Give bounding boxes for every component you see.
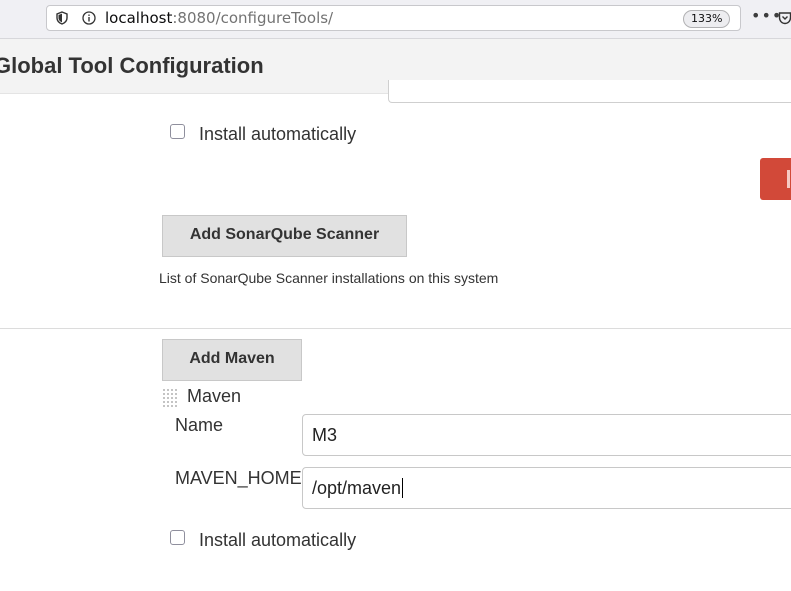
delete-installer-button[interactable] — [760, 158, 791, 200]
maven-home-input[interactable]: /opt/maven — [302, 467, 791, 509]
url-host: localhost — [105, 9, 173, 27]
maven-installation-header: Maven — [187, 386, 242, 406]
page-title: Global Tool Configuration — [0, 53, 264, 78]
address-bar[interactable]: localhost:8080/configureTools/ 133% — [46, 5, 741, 31]
sonarqube-install-automatically-label: Install automatically — [199, 124, 357, 144]
maven-install-automatically-checkbox[interactable] — [170, 530, 185, 545]
maven-name-label: Name — [175, 415, 224, 435]
text-cursor — [402, 478, 404, 498]
info-icon[interactable] — [82, 11, 96, 25]
pocket-icon[interactable] — [778, 11, 791, 25]
add-sonarqube-scanner-button[interactable]: Add SonarQube Scanner — [162, 215, 407, 257]
maven-name-input[interactable]: M3 — [302, 414, 791, 456]
section-divider — [0, 328, 791, 329]
sonarqube-help-text: List of SonarQube Scanner installations … — [159, 270, 499, 286]
maven-install-automatically-label: Install automatically — [199, 530, 357, 550]
drag-handle-icon[interactable] — [162, 388, 178, 410]
zoom-level-badge[interactable]: 133% — [683, 10, 731, 28]
previous-text-field[interactable] — [388, 80, 791, 103]
url-text[interactable]: localhost:8080/configureTools/ — [105, 10, 333, 26]
maven-home-value: /opt/maven — [312, 478, 402, 498]
browser-toolbar: localhost:8080/configureTools/ 133% ••• — [0, 0, 791, 39]
shield-icon[interactable] — [55, 11, 69, 25]
maven-home-label: MAVEN_HOME — [175, 468, 302, 488]
url-path: :8080/configureTools/ — [172, 9, 334, 27]
maven-name-value: M3 — [312, 425, 338, 445]
add-maven-button[interactable]: Add Maven — [162, 339, 302, 381]
sonarqube-install-automatically-checkbox[interactable] — [170, 124, 185, 139]
